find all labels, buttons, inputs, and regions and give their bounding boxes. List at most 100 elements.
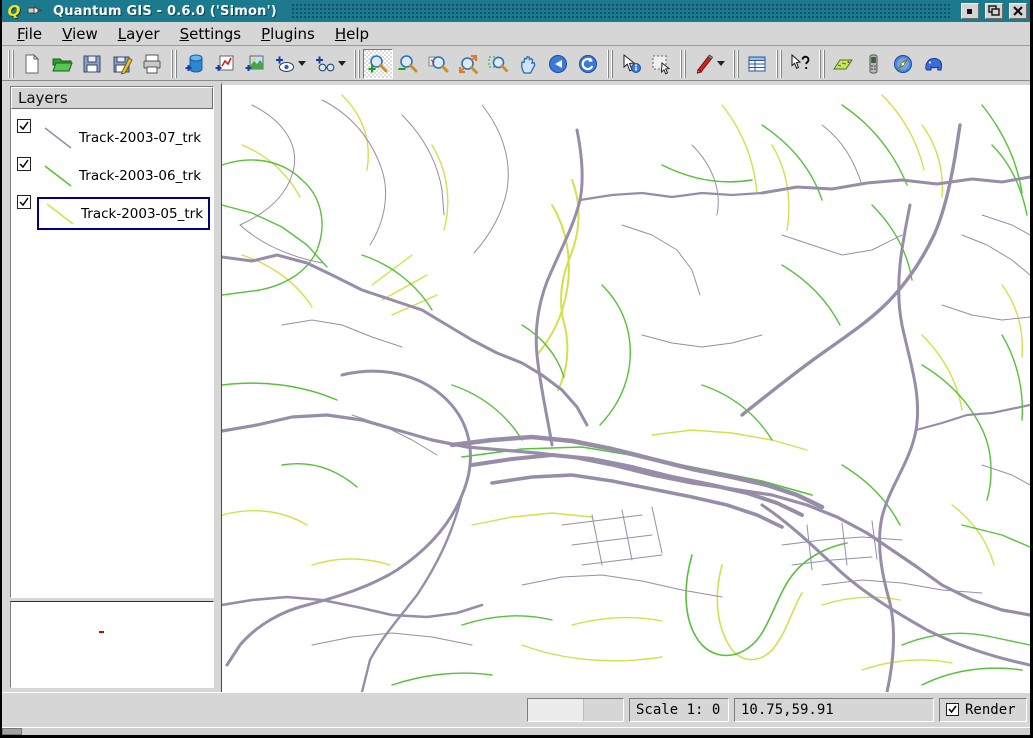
menu-view[interactable]: View (53, 23, 107, 45)
minimize-button[interactable] (961, 3, 979, 19)
main-area: Layers Track-2003-07_trk (2, 82, 1030, 692)
layer-label: Track-2003-07_trk (79, 130, 201, 146)
zoom-last-button[interactable] (453, 49, 483, 79)
open-project-button[interactable] (47, 49, 77, 79)
save-project-as-icon (111, 53, 133, 75)
zoom-full-extent-button[interactable] (423, 49, 453, 79)
menu-layer[interactable]: Layer (109, 23, 169, 45)
select-features-button[interactable] (646, 49, 676, 79)
layer-label: Track-2003-05_trk (81, 206, 203, 222)
spit-import-button[interactable] (828, 49, 858, 79)
map-overview-panel[interactable] (10, 601, 214, 688)
add-to-overview-button[interactable] (270, 49, 310, 79)
save-project-as-button[interactable] (107, 49, 137, 79)
overview-extent-marker (99, 631, 104, 633)
menubar: File View Layer Settings Plugins Help (2, 22, 1030, 46)
layers-list: Track-2003-07_trk Track-2003-06_trk (11, 109, 213, 597)
show-all-layers-button[interactable] (310, 49, 350, 79)
zoom-in-icon (367, 53, 389, 75)
capture-edit-button[interactable] (689, 49, 729, 79)
zoom-to-selection-icon (487, 53, 509, 75)
layer-visibility-checkbox[interactable] (17, 119, 31, 133)
open-project-icon (51, 53, 73, 75)
identify-icon (620, 53, 642, 75)
close-icon (1011, 5, 1025, 17)
map-canvas[interactable] (221, 82, 1030, 692)
pan-hand-icon (517, 53, 539, 75)
whats-this-help-button[interactable] (785, 49, 815, 79)
pencil-icon (693, 53, 715, 75)
print-button[interactable] (137, 49, 167, 79)
menu-settings[interactable]: Settings (171, 23, 251, 45)
menu-help[interactable]: Help (326, 23, 378, 45)
checkmark-icon (18, 120, 30, 132)
toolbar (2, 47, 1030, 81)
add-raster-layer-button[interactable] (240, 49, 270, 79)
layer-visibility-checkbox[interactable] (17, 157, 31, 171)
map-svg (222, 85, 1030, 692)
pushpin-icon[interactable] (27, 4, 43, 18)
gps-device-icon (862, 53, 884, 75)
maximize-icon (987, 5, 1001, 17)
layer-visibility-checkbox[interactable] (17, 195, 31, 209)
attribute-table-icon (746, 53, 768, 75)
toolbar-handle[interactable] (605, 50, 614, 78)
toolbar-handle[interactable] (774, 50, 783, 78)
coordinate-display: 10.75,59.91 (734, 698, 934, 722)
add-postgis-layer-button[interactable] (180, 49, 210, 79)
statusbar: Scale 1: 0 10.75,59.91 Render (2, 692, 1030, 726)
refresh-icon (577, 53, 599, 75)
toolbar-handle[interactable] (352, 50, 361, 78)
menu-plugins[interactable]: Plugins (252, 23, 324, 45)
maximize-button[interactable] (985, 3, 1003, 19)
save-project-button[interactable] (77, 49, 107, 79)
window-title: Quantum GIS - 0.6.0 ('Simon') (47, 4, 283, 19)
toolbar-handle[interactable] (678, 50, 687, 78)
layers-panel: Layers Track-2003-07_trk (10, 86, 214, 598)
application-window: Q Quantum GIS - 0.6.0 ('Simon') (0, 0, 1033, 738)
layer-symbol (41, 163, 75, 189)
toolbar-handle[interactable] (6, 50, 15, 78)
identify-features-button[interactable] (616, 49, 646, 79)
whats-this-icon (789, 53, 811, 75)
close-button[interactable] (1009, 3, 1027, 19)
pan-map-button[interactable] (513, 49, 543, 79)
compass-icon (892, 53, 914, 75)
glasses-icon (314, 53, 336, 75)
toolbar-handle[interactable] (817, 50, 826, 78)
window-resize-strip[interactable] (2, 727, 1030, 735)
dropdown-arrow-icon (338, 61, 346, 66)
titlebar[interactable]: Q Quantum GIS - 0.6.0 ('Simon') (2, 0, 1030, 22)
compass-button[interactable] (888, 49, 918, 79)
menu-file[interactable]: File (8, 23, 51, 45)
checkmark-icon (18, 196, 30, 208)
sidebar: Layers Track-2003-07_trk (2, 82, 221, 692)
zoom-last-icon (457, 53, 479, 75)
layer-label: Track-2003-06_trk (79, 168, 201, 184)
render-checkbox[interactable] (946, 703, 959, 716)
layer-row-track-2003-05[interactable]: Track-2003-05_trk (11, 193, 213, 231)
new-project-button[interactable] (17, 49, 47, 79)
back-arrow-icon (547, 53, 569, 75)
open-attribute-table-button[interactable] (742, 49, 772, 79)
select-features-icon (650, 53, 672, 75)
toolbar-handle[interactable] (731, 50, 740, 78)
layer-row-track-2003-06[interactable]: Track-2003-06_trk (11, 155, 213, 193)
overview-eye-icon (274, 53, 296, 75)
postgis-geoprocessing-button[interactable] (918, 49, 948, 79)
zoom-out-button[interactable] (393, 49, 423, 79)
gps-tools-button[interactable] (858, 49, 888, 79)
layer-symbol (41, 125, 75, 151)
dropdown-arrow-icon (298, 61, 306, 66)
back-button[interactable] (543, 49, 573, 79)
layer-row-track-2003-07[interactable]: Track-2003-07_trk (11, 117, 213, 155)
toolbar-handle[interactable] (169, 50, 178, 78)
resize-grip[interactable] (2, 728, 22, 735)
scale-display: Scale 1: 0 (629, 698, 729, 722)
add-vector-layer-icon (214, 53, 236, 75)
zoom-full-extent-icon (427, 53, 449, 75)
refresh-map-button[interactable] (573, 49, 603, 79)
add-vector-layer-button[interactable] (210, 49, 240, 79)
zoom-to-selection-button[interactable] (483, 49, 513, 79)
zoom-in-button[interactable] (363, 49, 393, 79)
